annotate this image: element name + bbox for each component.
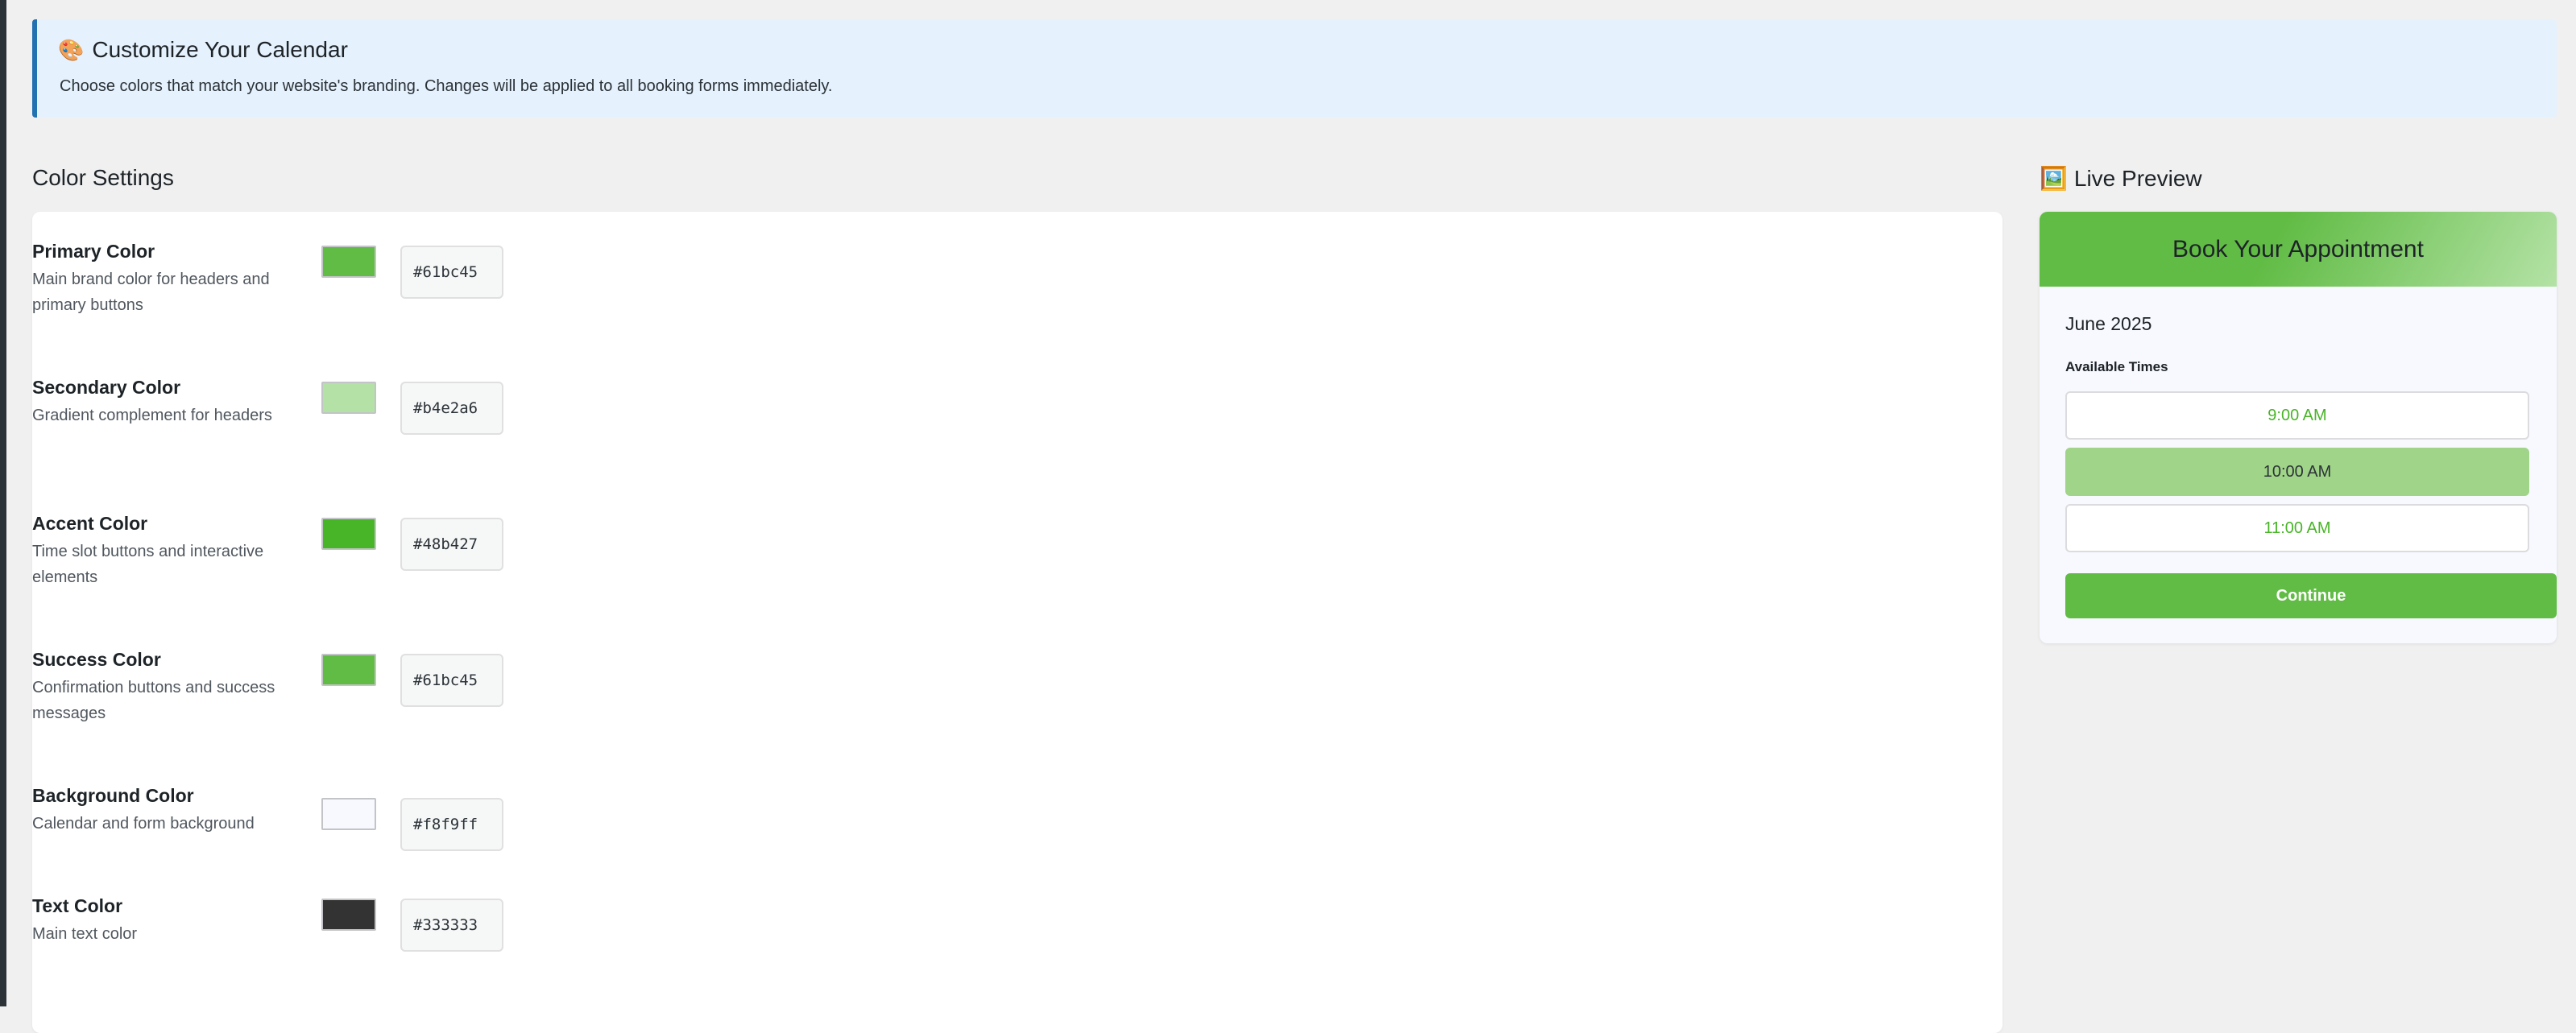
- notice-description: Choose colors that match your website's …: [60, 77, 833, 95]
- color-swatch-success[interactable]: [321, 654, 376, 686]
- hex-input-text[interactable]: [400, 899, 503, 952]
- available-times-label: Available Times: [2065, 359, 2168, 374]
- hex-input-accent[interactable]: [400, 518, 503, 571]
- color-description: Confirmation buttons and success message…: [32, 679, 275, 722]
- color-swatch-accent[interactable]: [321, 518, 376, 550]
- notice-title: 🎨 Customize Your Calendar: [58, 37, 348, 63]
- picture-icon: 🖼️: [2040, 166, 2068, 191]
- color-settings-title: Color Settings: [32, 165, 174, 190]
- color-swatch-text[interactable]: [321, 899, 376, 931]
- preview-header: Book Your Appointment: [2040, 212, 2557, 287]
- live-preview-title-text: Live Preview: [2073, 165, 2202, 191]
- time-slot-9am[interactable]: 9:00 AM: [2065, 391, 2529, 440]
- color-label: Primary Color: [32, 241, 155, 262]
- admin-sidebar-edge: [0, 0, 6, 1006]
- color-description: Calendar and form background: [32, 815, 255, 833]
- color-description: Main text color: [32, 925, 138, 943]
- color-label: Background Color: [32, 785, 194, 806]
- color-settings-panel: Primary Color Main brand color for heade…: [32, 212, 2002, 1033]
- hex-input-primary[interactable]: [400, 246, 503, 299]
- time-slot-10am[interactable]: 10:00 AM: [2065, 448, 2529, 496]
- color-swatch-background[interactable]: [321, 798, 376, 830]
- color-label: Text Color: [32, 895, 123, 916]
- customize-notice: 🎨 Customize Your Calendar Choose colors …: [32, 19, 2557, 118]
- palette-icon: 🎨: [58, 37, 85, 62]
- hex-input-background[interactable]: [400, 798, 503, 851]
- color-swatch-primary[interactable]: [321, 246, 376, 278]
- color-label: Accent Color: [32, 513, 148, 534]
- time-slot-11am[interactable]: 11:00 AM: [2065, 504, 2529, 552]
- live-preview-card: Book Your Appointment June 2025 Availabl…: [2040, 212, 2557, 643]
- notice-title-text: Customize Your Calendar: [92, 37, 348, 62]
- preview-heading: Book Your Appointment: [2172, 235, 2424, 262]
- continue-button[interactable]: Continue: [2065, 573, 2557, 618]
- color-swatch-secondary[interactable]: [321, 382, 376, 414]
- hex-input-secondary[interactable]: [400, 382, 503, 435]
- color-description: Gradient complement for headers: [32, 407, 272, 424]
- live-preview-title: 🖼️ Live Preview: [2040, 165, 2202, 192]
- color-label: Success Color: [32, 649, 161, 670]
- color-label: Secondary Color: [32, 377, 181, 398]
- color-description: Main brand color for headers and primary…: [32, 271, 270, 314]
- preview-month: June 2025: [2065, 313, 2152, 334]
- color-description: Time slot buttons and interactive elemen…: [32, 543, 264, 586]
- hex-input-success[interactable]: [400, 654, 503, 707]
